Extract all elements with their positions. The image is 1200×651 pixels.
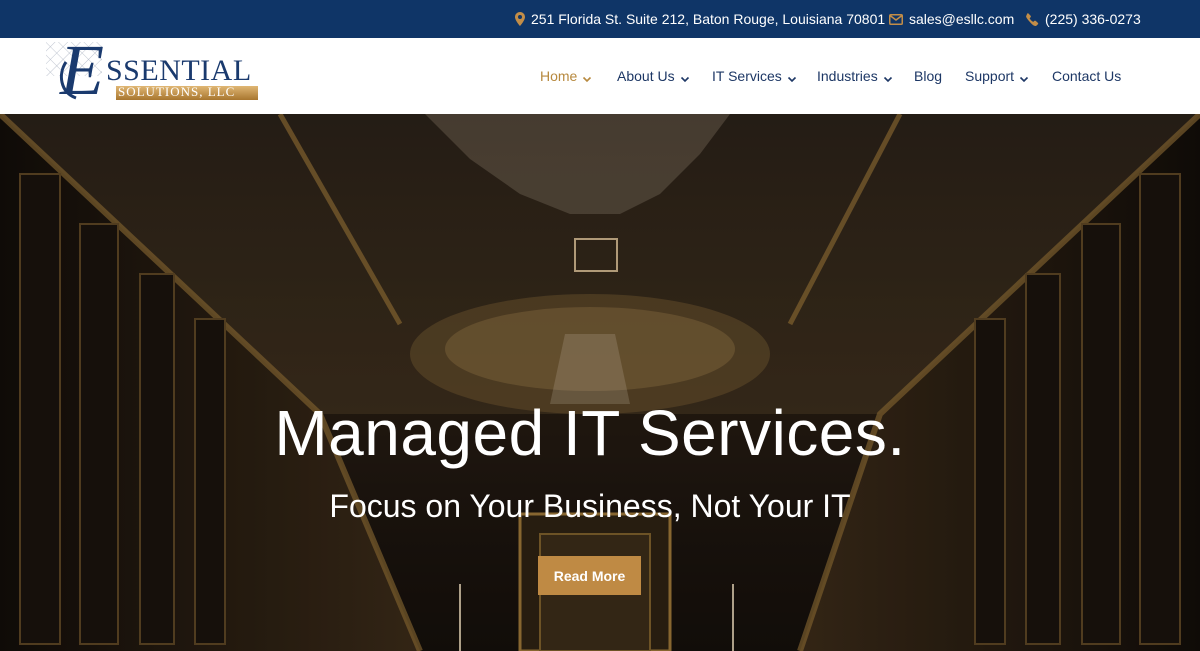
phone-item[interactable]: (225) 336-0273	[1026, 0, 1141, 38]
envelope-icon	[889, 13, 903, 25]
hero-banner: Managed IT Services. Focus on Your Busin…	[0, 114, 1200, 651]
nav-item-label: About Us	[617, 68, 675, 84]
email-text: sales@esllc.com	[909, 11, 1015, 27]
address-item[interactable]: 251 Florida St. Suite 212, Baton Rouge, …	[515, 0, 885, 38]
chevron-down-icon	[582, 71, 592, 83]
chevron-down-icon	[680, 71, 690, 83]
map-pin-icon	[515, 12, 525, 26]
nav-item-label: Contact Us	[1052, 68, 1122, 84]
nav-item-label: Blog	[914, 68, 943, 84]
address-text: 251 Florida St. Suite 212, Baton Rouge, …	[531, 11, 886, 27]
read-more-button[interactable]: Read More	[538, 556, 641, 595]
top-contact-bar: 251 Florida St. Suite 212, Baton Rouge, …	[0, 0, 1200, 38]
nav-item-about-us[interactable]: About Us	[617, 38, 690, 114]
email-item[interactable]: sales@esllc.com	[889, 0, 1014, 38]
nav-item-it-services[interactable]: IT Services	[712, 38, 797, 114]
nav-item-contact-us[interactable]: Contact Us	[1052, 38, 1121, 114]
nav-item-home[interactable]: Home	[540, 38, 592, 114]
nav-item-support[interactable]: Support	[965, 38, 1029, 114]
chevron-down-icon	[1019, 71, 1029, 83]
nav-item-label: Support	[965, 68, 1015, 84]
hero-subtitle: Focus on Your Business, Not Your IT	[329, 488, 851, 524]
nav-item-blog[interactable]: Blog	[914, 38, 942, 114]
nav-item-label: IT Services	[712, 68, 782, 84]
phone-text: (225) 336-0273	[1045, 11, 1141, 27]
chevron-down-icon	[883, 71, 893, 83]
chevron-down-icon	[787, 71, 797, 83]
phone-icon	[1026, 12, 1039, 26]
nav-item-label: Home	[540, 68, 578, 84]
nav-item-industries[interactable]: Industries	[817, 38, 893, 114]
main-menu: Home About Us IT Services Industries Blo…	[0, 38, 1200, 114]
nav-item-label: Industries	[817, 68, 878, 84]
hero-title: Managed IT Services.	[274, 397, 906, 469]
